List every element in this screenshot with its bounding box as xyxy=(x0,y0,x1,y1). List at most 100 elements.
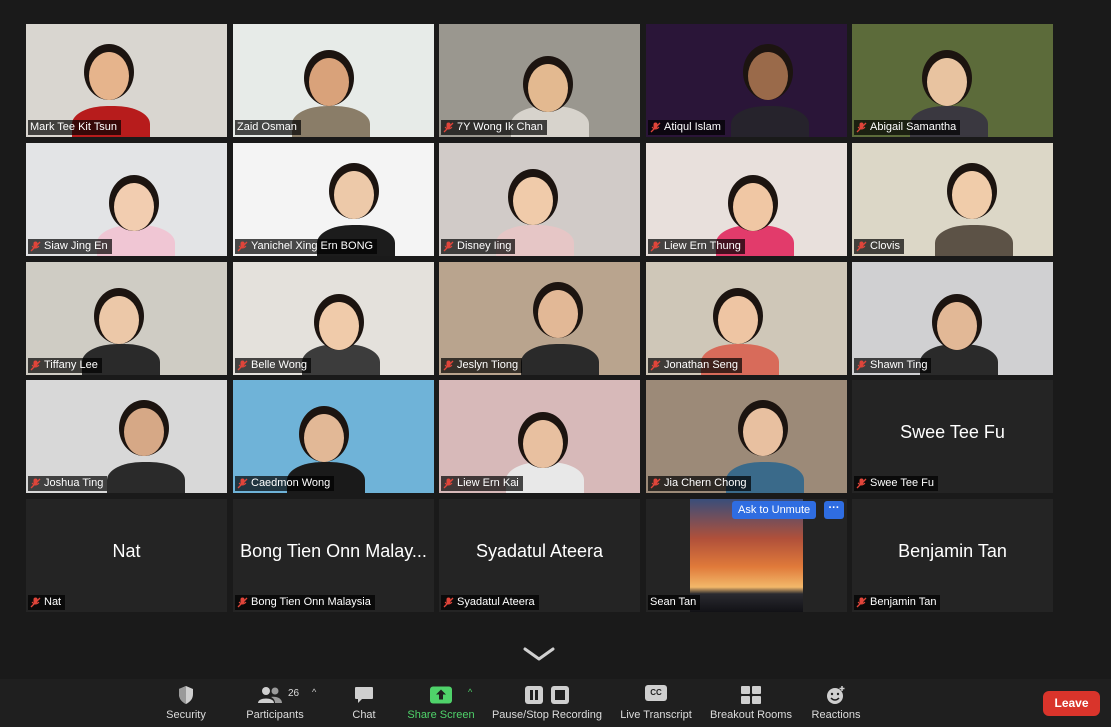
muted-mic-icon xyxy=(856,478,867,489)
reactions-button[interactable]: Reactions xyxy=(806,679,866,727)
participant-tile[interactable]: Siaw Jing En xyxy=(26,143,227,256)
participant-name: Sean Tan xyxy=(650,596,697,608)
participant-name: Zaid Osman xyxy=(237,121,297,133)
participant-name: Tiffany Lee xyxy=(44,359,98,371)
participant-tile[interactable]: Swee Tee Fu Swee Tee Fu xyxy=(852,380,1053,493)
participant-tile[interactable]: Tiffany Lee xyxy=(26,262,227,375)
security-button[interactable]: Security xyxy=(158,679,214,727)
participant-tile[interactable]: Mark Tee Kit Tsun xyxy=(26,24,227,137)
participant-name: Yanichel Xing Ern BONG xyxy=(251,240,374,252)
participant-nameplate: 7Y Wong Ik Chan xyxy=(441,120,547,135)
muted-mic-icon xyxy=(650,478,661,489)
muted-mic-icon xyxy=(856,597,867,608)
participant-name: Nat xyxy=(44,596,62,608)
recording-label: Pause/Stop Recording xyxy=(491,709,603,721)
participant-nameplate: Siaw Jing En xyxy=(28,239,112,254)
participant-tile[interactable]: Abigail Samantha xyxy=(852,24,1053,137)
participant-nameplate: Abigail Samantha xyxy=(854,120,961,135)
muted-mic-icon xyxy=(30,360,41,371)
participant-nameplate: Swee Tee Fu xyxy=(854,476,939,491)
participants-icon xyxy=(258,687,282,703)
recording-button[interactable]: Pause/Stop Recording xyxy=(488,679,606,727)
participant-nameplate: Yanichel Xing Ern BONG xyxy=(235,239,378,254)
participant-display-name: Bong Tien Onn Malay... xyxy=(240,541,427,561)
video-grid: Mark Tee Kit Tsun Zaid Osman 7Y Wong Ik Ch… xyxy=(26,24,1053,612)
participant-name: Bong Tien Onn Malaysia xyxy=(251,596,371,608)
muted-mic-icon xyxy=(856,241,867,252)
participant-nameplate: Tiffany Lee xyxy=(28,358,102,373)
participant-tile[interactable]: Jonathan Seng xyxy=(646,262,847,375)
participant-name: Disney Iing xyxy=(457,240,512,252)
participant-nameplate: Belle Wong xyxy=(235,358,312,373)
share-caret-icon[interactable]: ^ xyxy=(468,687,472,697)
muted-mic-icon xyxy=(237,597,248,608)
participant-tile[interactable]: Benjamin Tan Benjamin Tan xyxy=(852,499,1053,612)
meeting-toolbar: Security 26 Participants ^ Chat Share Sc… xyxy=(0,679,1111,727)
chevron-down-icon[interactable] xyxy=(522,644,556,664)
participant-tile[interactable]: Liew Ern Thung xyxy=(646,143,847,256)
participant-tile[interactable]: Joshua Ting xyxy=(26,380,227,493)
participant-tile[interactable]: Bong Tien Onn Malay... Bong Tien Onn Mala… xyxy=(233,499,434,612)
participant-name: Liew Ern Thung xyxy=(664,240,741,252)
participant-name: Benjamin Tan xyxy=(870,596,937,608)
participant-tile[interactable]: Liew Ern Kai xyxy=(439,380,640,493)
participant-tile[interactable]: Jeslyn Tiong xyxy=(439,262,640,375)
participant-nameplate: Caedmon Wong xyxy=(235,476,335,491)
chat-label: Chat xyxy=(352,709,376,721)
security-label: Security xyxy=(166,709,206,721)
participant-nameplate: Sean Tan xyxy=(648,595,701,610)
participant-tile[interactable]: Jia Chern Chong xyxy=(646,380,847,493)
breakout-rooms-button[interactable]: Breakout Rooms xyxy=(706,679,796,727)
participant-nameplate: Liew Ern Kai xyxy=(441,476,523,491)
participant-tile[interactable]: Zaid Osman xyxy=(233,24,434,137)
participant-nameplate: Jia Chern Chong xyxy=(648,476,751,491)
participant-name: Abigail Samantha xyxy=(870,121,957,133)
participant-name: Jia Chern Chong xyxy=(664,477,747,489)
participant-tile[interactable]: Syadatul Ateera Syadatul Ateera xyxy=(439,499,640,612)
participant-nameplate: Shawn Ting xyxy=(854,358,932,373)
leave-button[interactable]: Leave xyxy=(1043,691,1100,716)
participant-nameplate: Mark Tee Kit Tsun xyxy=(28,120,122,135)
participant-tile[interactable]: Nat Nat xyxy=(26,499,227,612)
participant-tile[interactable]: Yanichel Xing Ern BONG xyxy=(233,143,434,256)
share-screen-button[interactable]: Share Screen xyxy=(404,679,478,727)
muted-mic-icon xyxy=(856,360,867,371)
participant-name: 7Y Wong Ik Chan xyxy=(457,121,543,133)
participants-caret-icon[interactable]: ^ xyxy=(312,687,316,697)
participant-tile[interactable]: Shawn Ting xyxy=(852,262,1053,375)
chat-button[interactable]: Chat xyxy=(344,679,384,727)
participant-name: Mark Tee Kit Tsun xyxy=(30,121,118,133)
participant-nameplate: Bong Tien Onn Malaysia xyxy=(235,595,375,610)
muted-mic-icon xyxy=(650,241,661,252)
muted-mic-icon xyxy=(443,122,454,133)
participant-tile[interactable]: Belle Wong xyxy=(233,262,434,375)
participant-tile[interactable]: 7Y Wong Ik Chan xyxy=(439,24,640,137)
participant-tile[interactable]: Clovis xyxy=(852,143,1053,256)
muted-mic-icon xyxy=(237,478,248,489)
participant-tile[interactable]: Disney Iing xyxy=(439,143,640,256)
more-options-button[interactable]: ··· xyxy=(824,501,844,519)
participant-name: Caedmon Wong xyxy=(251,477,331,489)
participant-nameplate: Nat xyxy=(28,595,66,610)
participant-nameplate: Liew Ern Thung xyxy=(648,239,745,254)
ask-to-unmute-button[interactable]: Ask to Unmute xyxy=(732,501,817,519)
breakout-rooms-label: Breakout Rooms xyxy=(710,709,792,721)
participant-name: Jonathan Seng xyxy=(664,359,739,371)
participant-name: Liew Ern Kai xyxy=(457,477,519,489)
reactions-label: Reactions xyxy=(811,709,861,721)
participants-button[interactable]: 26 Participants xyxy=(240,679,310,727)
participant-name: Syadatul Ateera xyxy=(457,596,535,608)
live-transcript-button[interactable]: CC Live Transcript xyxy=(614,679,698,727)
participant-display-name: Nat xyxy=(112,541,141,561)
participants-count: 26 xyxy=(288,688,300,699)
participant-display-name: Syadatul Ateera xyxy=(475,541,604,561)
participant-nameplate: Zaid Osman xyxy=(235,120,301,135)
participant-name: Jeslyn Tiong xyxy=(457,359,519,371)
participant-tile[interactable]: Caedmon Wong xyxy=(233,380,434,493)
participant-nameplate: Joshua Ting xyxy=(28,476,108,491)
participant-nameplate: Disney Iing xyxy=(441,239,516,254)
share-screen-label: Share Screen xyxy=(407,709,475,721)
participant-tile[interactable]: Atiqul Islam xyxy=(646,24,847,137)
muted-mic-icon xyxy=(650,360,661,371)
chat-icon xyxy=(355,687,373,703)
